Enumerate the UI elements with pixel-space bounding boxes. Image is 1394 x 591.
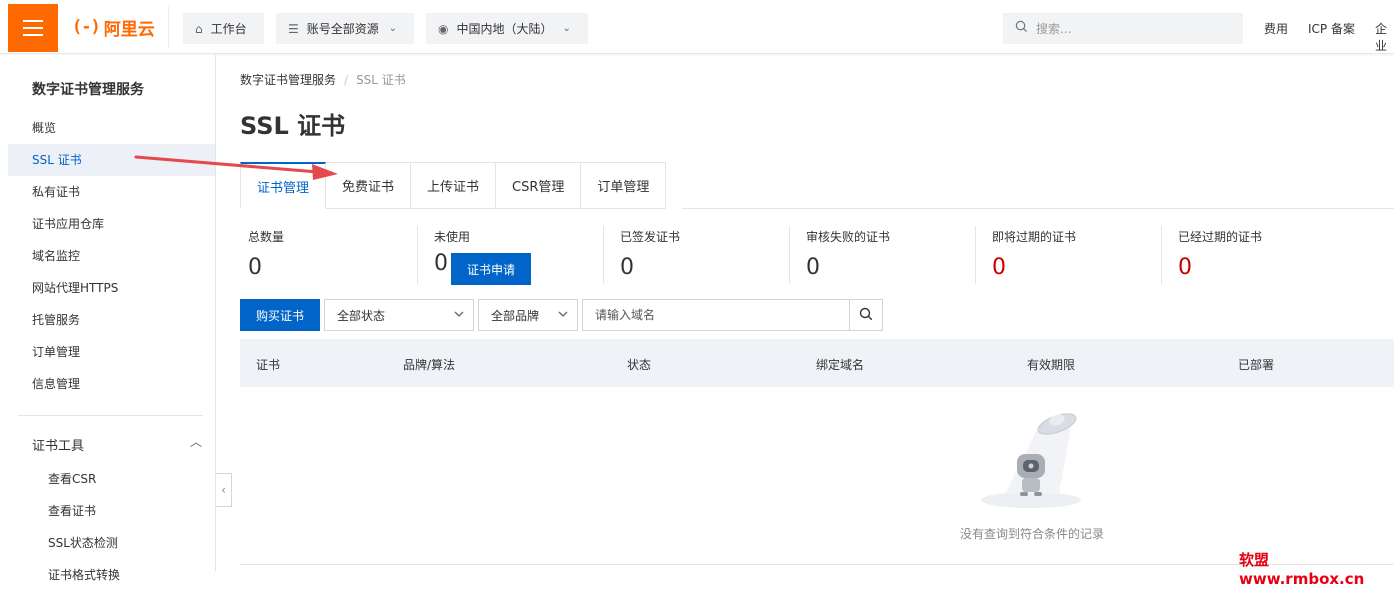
- sidebar-item-overview[interactable]: 概览: [8, 112, 215, 144]
- tabs-underline: [682, 208, 1394, 209]
- nav-region[interactable]: ◉ 中国内地（大陆） ⌄: [426, 13, 588, 44]
- nav-account-resources[interactable]: ☰ 账号全部资源 ⌄: [276, 13, 414, 44]
- sidebar-collapse-handle[interactable]: ‹: [216, 473, 232, 507]
- tab-order-management[interactable]: 订单管理: [581, 162, 667, 209]
- stat-label: 已经过期的证书: [1178, 230, 1263, 244]
- domain-search-button[interactable]: [849, 299, 883, 331]
- sidebar-item-info[interactable]: 信息管理: [8, 368, 215, 400]
- nav-account-resources-label: 账号全部资源: [306, 22, 379, 36]
- stat-value: 0: [620, 255, 634, 280]
- column-cert[interactable]: 证书: [256, 356, 280, 373]
- stat-label: 总数量: [248, 230, 285, 244]
- brand-select[interactable]: 全部品牌: [478, 299, 578, 331]
- stat-divider: [603, 226, 604, 284]
- location-icon: ◉: [438, 21, 449, 36]
- column-status[interactable]: 状态: [627, 356, 651, 373]
- link-billing[interactable]: 费用: [1264, 20, 1288, 37]
- breadcrumb-root[interactable]: 数字证书管理服务: [240, 73, 336, 87]
- global-search[interactable]: 搜索...: [1003, 13, 1243, 44]
- stat-divider: [1161, 226, 1162, 284]
- sidebar-item-orders[interactable]: 订单管理: [8, 336, 215, 368]
- tab-csr-management[interactable]: CSR管理: [496, 162, 582, 209]
- sidebar-divider: [18, 415, 203, 416]
- sidebar-group-label: 证书工具: [32, 439, 85, 454]
- stat-label: 审核失败的证书: [806, 230, 891, 244]
- link-enterprise[interactable]: 企业: [1375, 20, 1394, 54]
- chevron-down-icon: [557, 308, 569, 323]
- tab-bar: 证书管理 免费证书 上传证书 CSR管理 订单管理: [240, 162, 667, 209]
- logo-text: 阿里云: [103, 19, 155, 40]
- stat-label: 已签发证书: [620, 230, 681, 244]
- hamburger-menu-icon[interactable]: [8, 4, 58, 52]
- stat-divider: [417, 226, 418, 284]
- chevron-down-icon: [453, 308, 465, 323]
- sidebar-title: 数字证书管理服务: [32, 82, 144, 98]
- breadcrumb-separator: /: [344, 73, 349, 87]
- nav-region-label: 中国内地（大陆）: [456, 22, 553, 36]
- page-title: SSL 证书: [240, 112, 346, 140]
- chevron-down-icon: ⌄: [388, 23, 398, 34]
- column-brand[interactable]: 品牌/算法: [403, 356, 455, 373]
- column-domain[interactable]: 绑定域名: [816, 356, 864, 373]
- stat-divider: [789, 226, 790, 284]
- domain-search-input[interactable]: [582, 299, 850, 331]
- sidebar-sub-format-convert[interactable]: 证书格式转换: [8, 559, 215, 591]
- stat-expired: 已经过期的证书 0: [1178, 228, 1262, 284]
- column-validity[interactable]: 有效期限: [1027, 356, 1075, 373]
- aliyun-logo[interactable]: (-) 阿里云: [72, 16, 155, 40]
- sidebar-item-hosting[interactable]: 托管服务: [8, 304, 215, 336]
- stat-total: 总数量 0: [248, 228, 284, 284]
- nav-workbench-label: 工作台: [210, 22, 247, 36]
- breadcrumb-current: SSL 证书: [356, 73, 406, 87]
- tab-cert-management[interactable]: 证书管理: [240, 162, 327, 209]
- sidebar-sub-view-csr[interactable]: 查看CSR: [8, 463, 215, 495]
- nav-workbench[interactable]: ⌂ 工作台: [183, 13, 264, 44]
- search-icon: [859, 307, 873, 324]
- watermark: 软盟www.rmbox.cn: [1239, 551, 1365, 588]
- stat-value: 0: [248, 255, 262, 280]
- stack-icon: ☰: [288, 21, 299, 36]
- home-icon: ⌂: [195, 21, 203, 36]
- stat-expiring: 即将过期的证书 0: [992, 228, 1076, 284]
- table-bottom-border: [240, 564, 1394, 565]
- sidebar-item-cert-repo[interactable]: 证书应用仓库: [8, 208, 215, 240]
- stat-issued: 已签发证书 0: [620, 228, 680, 284]
- chevron-down-icon: ⌄: [562, 23, 571, 34]
- brand-select-value: 全部品牌: [491, 308, 540, 323]
- top-bar: (-) 阿里云 ⌂ 工作台 ☰ 账号全部资源 ⌄ ◉ 中国内地（大陆） ⌄ 搜索…: [0, 0, 1394, 54]
- empty-state-text: 没有查询到符合条件的记录: [960, 527, 1105, 541]
- apply-cert-button[interactable]: 证书申请: [451, 253, 531, 285]
- sidebar-sub-view-cert[interactable]: 查看证书: [8, 495, 215, 527]
- empty-state-illustration-icon: [981, 413, 1081, 508]
- sidebar-item-https-proxy[interactable]: 网站代理HTTPS: [8, 272, 215, 304]
- sidebar-item-ssl[interactable]: SSL 证书: [8, 144, 215, 176]
- column-deployed[interactable]: 已部署: [1238, 356, 1274, 373]
- stat-review-failed: 审核失败的证书 0: [806, 228, 890, 284]
- search-icon: [1015, 20, 1028, 37]
- tab-upload-cert[interactable]: 上传证书: [411, 162, 497, 209]
- tab-free-cert[interactable]: 免费证书: [326, 162, 412, 209]
- chevron-up-icon: ︿: [189, 435, 202, 449]
- sidebar-group-cert-tools[interactable]: 证书工具 ︿: [32, 435, 202, 454]
- sidebar-sub-ssl-check[interactable]: SSL状态检测: [8, 527, 215, 559]
- stat-value: 0: [1178, 255, 1192, 280]
- table-header: 证书 品牌/算法 状态 绑定域名 有效期限 已部署: [240, 339, 1394, 387]
- sidebar-item-private-cert[interactable]: 私有证书: [8, 176, 215, 208]
- logo-mark: (-): [72, 17, 101, 37]
- breadcrumb: 数字证书管理服务 / SSL 证书: [240, 71, 406, 88]
- stat-value: 0: [992, 255, 1006, 280]
- sidebar: 数字证书管理服务 概览 SSL 证书 私有证书 证书应用仓库 域名监控 网站代理…: [8, 55, 216, 582]
- chevron-left-icon: ‹: [221, 483, 226, 497]
- status-select[interactable]: 全部状态: [324, 299, 474, 331]
- stat-value: 0: [806, 255, 820, 280]
- top-divider: [168, 6, 169, 48]
- buy-cert-button[interactable]: 购买证书: [240, 299, 320, 331]
- stat-divider: [975, 226, 976, 284]
- stat-label: 未使用: [434, 230, 471, 244]
- status-select-value: 全部状态: [337, 308, 386, 323]
- search-placeholder: 搜索...: [1036, 22, 1072, 36]
- link-icp[interactable]: ICP 备案: [1308, 20, 1355, 37]
- sidebar-item-domain-monitor[interactable]: 域名监控: [8, 240, 215, 272]
- stat-label: 即将过期的证书: [992, 230, 1077, 244]
